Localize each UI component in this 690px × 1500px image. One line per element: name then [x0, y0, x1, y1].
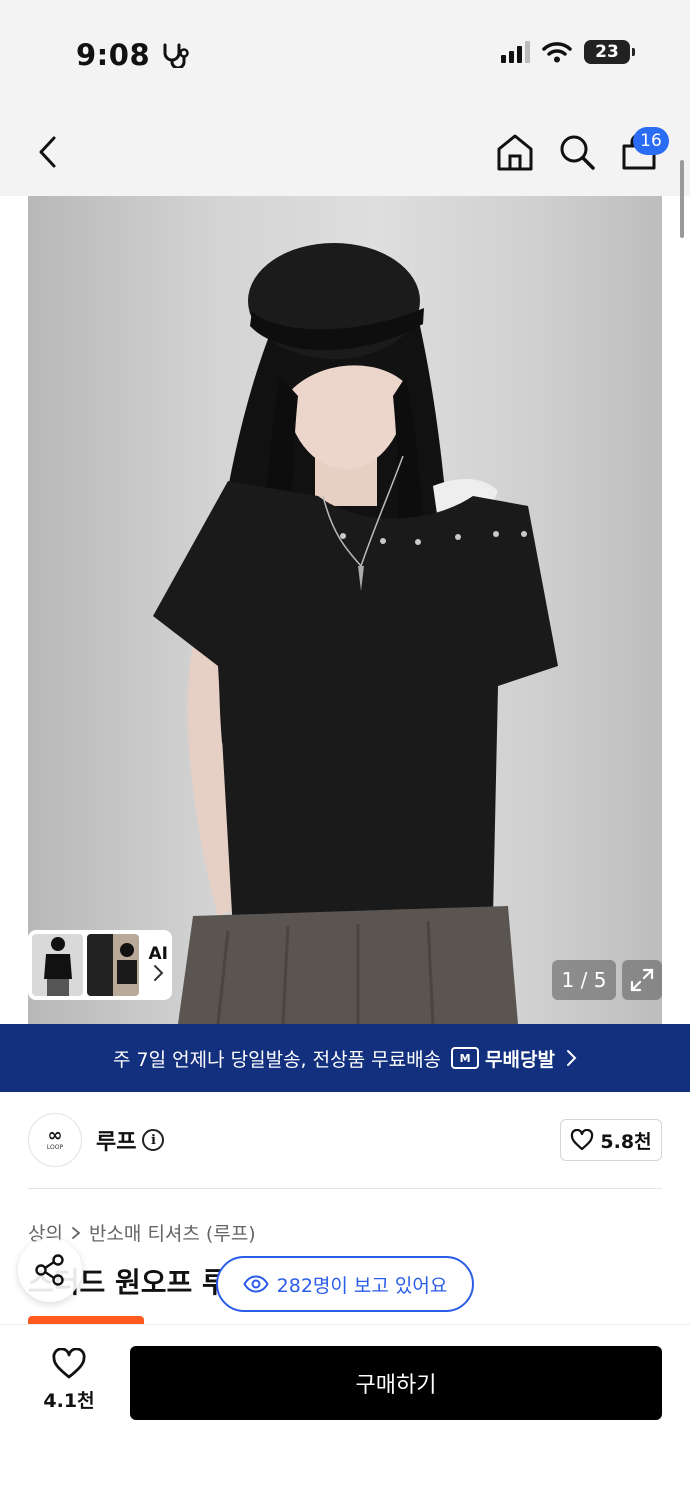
thumbnail-1[interactable] — [32, 934, 84, 996]
thumbnail-2[interactable] — [87, 934, 139, 996]
ai-recommendation-thumbnails[interactable]: AI — [28, 930, 172, 1000]
cart-count-badge: 16 — [633, 127, 669, 155]
delivery-promo-banner[interactable]: 주 7일 언제나 당일발송, 전상품 무료배송 M 무배당발 — [0, 1024, 690, 1092]
chevron-right-icon — [154, 964, 164, 981]
wishlist-button[interactable]: 4.1천 — [36, 1348, 102, 1418]
home-icon — [497, 134, 533, 171]
image-page-indicator: 1 / 5 — [552, 960, 616, 1000]
brand-name: 루프 — [96, 1130, 137, 1155]
brand-like-button[interactable]: 5.8천 — [560, 1119, 662, 1161]
stethoscope-icon — [163, 43, 189, 70]
brand-logo-mark: ∞ — [47, 1125, 63, 1146]
scrollbar[interactable] — [680, 160, 684, 238]
status-time: 9:08 — [76, 38, 191, 72]
wifi-icon — [542, 42, 572, 63]
cellular-signal-icon — [501, 41, 530, 63]
ai-label-text: AI — [148, 943, 168, 964]
expand-icon — [630, 968, 654, 992]
wishlist-count: 4.1천 — [43, 1390, 95, 1412]
chevron-left-icon — [39, 136, 56, 168]
info-icon[interactable]: i — [142, 1129, 165, 1151]
brand-logo[interactable]: ∞ LOOP — [28, 1113, 82, 1167]
chevron-right-icon — [566, 1050, 577, 1066]
status-time-text: 9:08 — [76, 38, 151, 72]
home-button[interactable] — [493, 130, 537, 174]
current-viewers-badge: 282명이 보고 있어요 — [216, 1256, 474, 1312]
search-icon — [560, 135, 595, 170]
buy-button[interactable]: 구매하기 — [130, 1346, 662, 1420]
delivery-truck-icon: M — [451, 1047, 480, 1069]
battery-icon: 23 — [584, 40, 635, 64]
share-button[interactable] — [18, 1238, 82, 1302]
product-image[interactable] — [28, 196, 662, 1024]
brand-like-count: 5.8천 — [600, 1130, 652, 1153]
brand-logo-text: LOOP — [46, 1144, 64, 1151]
ai-recommendation-label: AI — [149, 944, 168, 987]
current-viewers-text: 282명이 보고 있어요 — [276, 1274, 448, 1297]
back-button[interactable] — [26, 130, 70, 174]
heart-icon — [52, 1348, 86, 1379]
divider — [28, 1188, 662, 1189]
promo-brand: M 무배당발 — [451, 1045, 555, 1072]
promo-brand-label: 무배당발 — [485, 1048, 555, 1071]
brand-name-link[interactable]: 루프 i — [96, 1124, 165, 1156]
eye-icon — [242, 1275, 269, 1293]
promo-text: 주 7일 언제나 당일발송, 전상품 무료배송 — [113, 1048, 442, 1071]
chevron-right-icon — [72, 1226, 81, 1239]
breadcrumb-subcategory[interactable]: 반소매 티셔츠 (루프) — [89, 1219, 256, 1246]
search-button[interactable] — [555, 130, 599, 174]
thumbnail-1-image — [44, 937, 72, 996]
product-photo-illustration — [153, 243, 558, 1024]
heart-icon — [571, 1129, 594, 1151]
expand-image-button[interactable] — [622, 960, 662, 1000]
thumbnail-2-image — [87, 934, 138, 996]
share-icon — [35, 1254, 64, 1286]
status-indicators: 23 — [501, 40, 635, 64]
